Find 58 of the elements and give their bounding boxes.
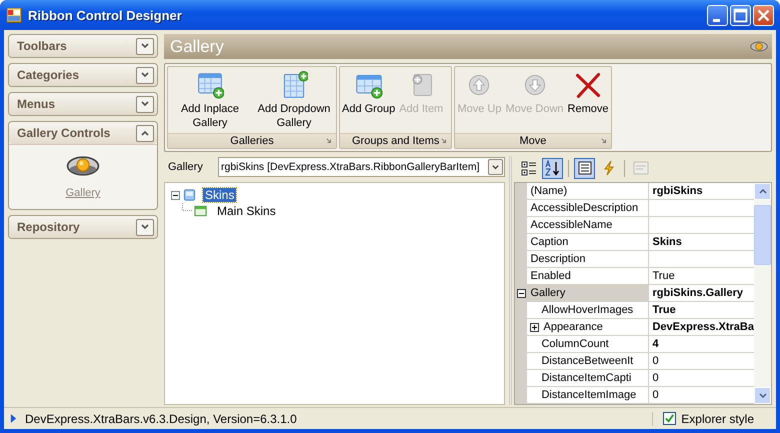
cross-icon — [574, 71, 602, 99]
expand-icon[interactable] — [136, 218, 154, 236]
property-value[interactable]: True — [649, 268, 754, 285]
eye-icon — [750, 40, 768, 53]
scroll-up-icon[interactable] — [758, 189, 766, 194]
close-button[interactable] — [753, 4, 774, 26]
collapse-icon[interactable] — [516, 289, 526, 298]
status-text: DevExpress.XtraBars.v6.3.Design, Version=6.3.1.0 — [25, 412, 297, 426]
group-caption: Move — [520, 135, 546, 147]
scrollbar[interactable] — [754, 183, 771, 404]
page-title: Gallery — [170, 36, 224, 56]
maximize-icon — [731, 6, 750, 24]
minimize-icon — [713, 18, 720, 22]
expand-icon[interactable] — [136, 96, 154, 112]
ribbon-button[interactable]: Remove — [566, 71, 611, 116]
collapse-icon[interactable] — [171, 190, 180, 200]
expand-icon[interactable] — [136, 38, 154, 54]
property-value[interactable]: rgbiSkins — [649, 183, 754, 200]
property-value[interactable]: rgbiSkins.Gallery — [649, 285, 754, 302]
tree-line — [182, 203, 192, 211]
group-caption: Groups and Items — [352, 135, 440, 147]
minimize-button[interactable] — [707, 4, 728, 26]
group-icon — [194, 205, 207, 217]
tree-node[interactable]: Skins — [203, 188, 236, 202]
app-icon — [6, 7, 22, 23]
group-caption: Galleries — [230, 135, 274, 147]
eye-icon — [66, 155, 100, 177]
sort-az-icon[interactable] — [542, 158, 564, 178]
launcher-icon — [600, 138, 607, 144]
expand-icon[interactable] — [136, 66, 154, 84]
property-name[interactable]: Gallery — [530, 287, 566, 299]
ribbon-button[interactable]: Add Inplace Gallery — [168, 71, 252, 130]
property-value[interactable]: 0 — [649, 370, 754, 387]
launcher-icon — [441, 138, 448, 144]
collapse-icon[interactable] — [136, 124, 154, 142]
property-pages-icon[interactable] — [574, 158, 596, 178]
scroll-down-icon[interactable] — [758, 393, 766, 398]
tree-node[interactable]: Main Skins — [215, 204, 278, 218]
play-icon — [10, 413, 17, 424]
expand-icon[interactable] — [530, 322, 540, 332]
property-value[interactable]: 0 — [649, 387, 754, 404]
launcher-icon — [326, 138, 332, 144]
grid-add-icon — [196, 71, 224, 99]
property-value[interactable]: Skins — [649, 234, 754, 251]
ribbon-button[interactable]: Add Group — [340, 71, 398, 116]
nav-group-header[interactable]: Menus — [17, 97, 56, 111]
property-value[interactable]: 4 — [649, 336, 754, 353]
gallery-icon — [183, 189, 196, 201]
checkbox-label[interactable]: Explorer style — [681, 412, 754, 426]
maximize-button[interactable] — [730, 4, 751, 26]
window-title: Ribbon Control Designer — [28, 8, 182, 22]
property-value[interactable]: 0 — [649, 353, 754, 370]
property-value[interactable]: DevExpress.XtraBa — [649, 319, 754, 336]
explorer-style-checkbox[interactable] — [663, 412, 676, 425]
property-value[interactable]: True — [649, 302, 754, 319]
ribbon-button[interactable]: Add Dropdown Gallery — [252, 71, 336, 130]
gallery-dropdown[interactable]: rgbiSkins [DevExpress.XtraBars.RibbonGalleryBarItem] — [218, 157, 506, 177]
field-label: Gallery — [168, 161, 204, 173]
